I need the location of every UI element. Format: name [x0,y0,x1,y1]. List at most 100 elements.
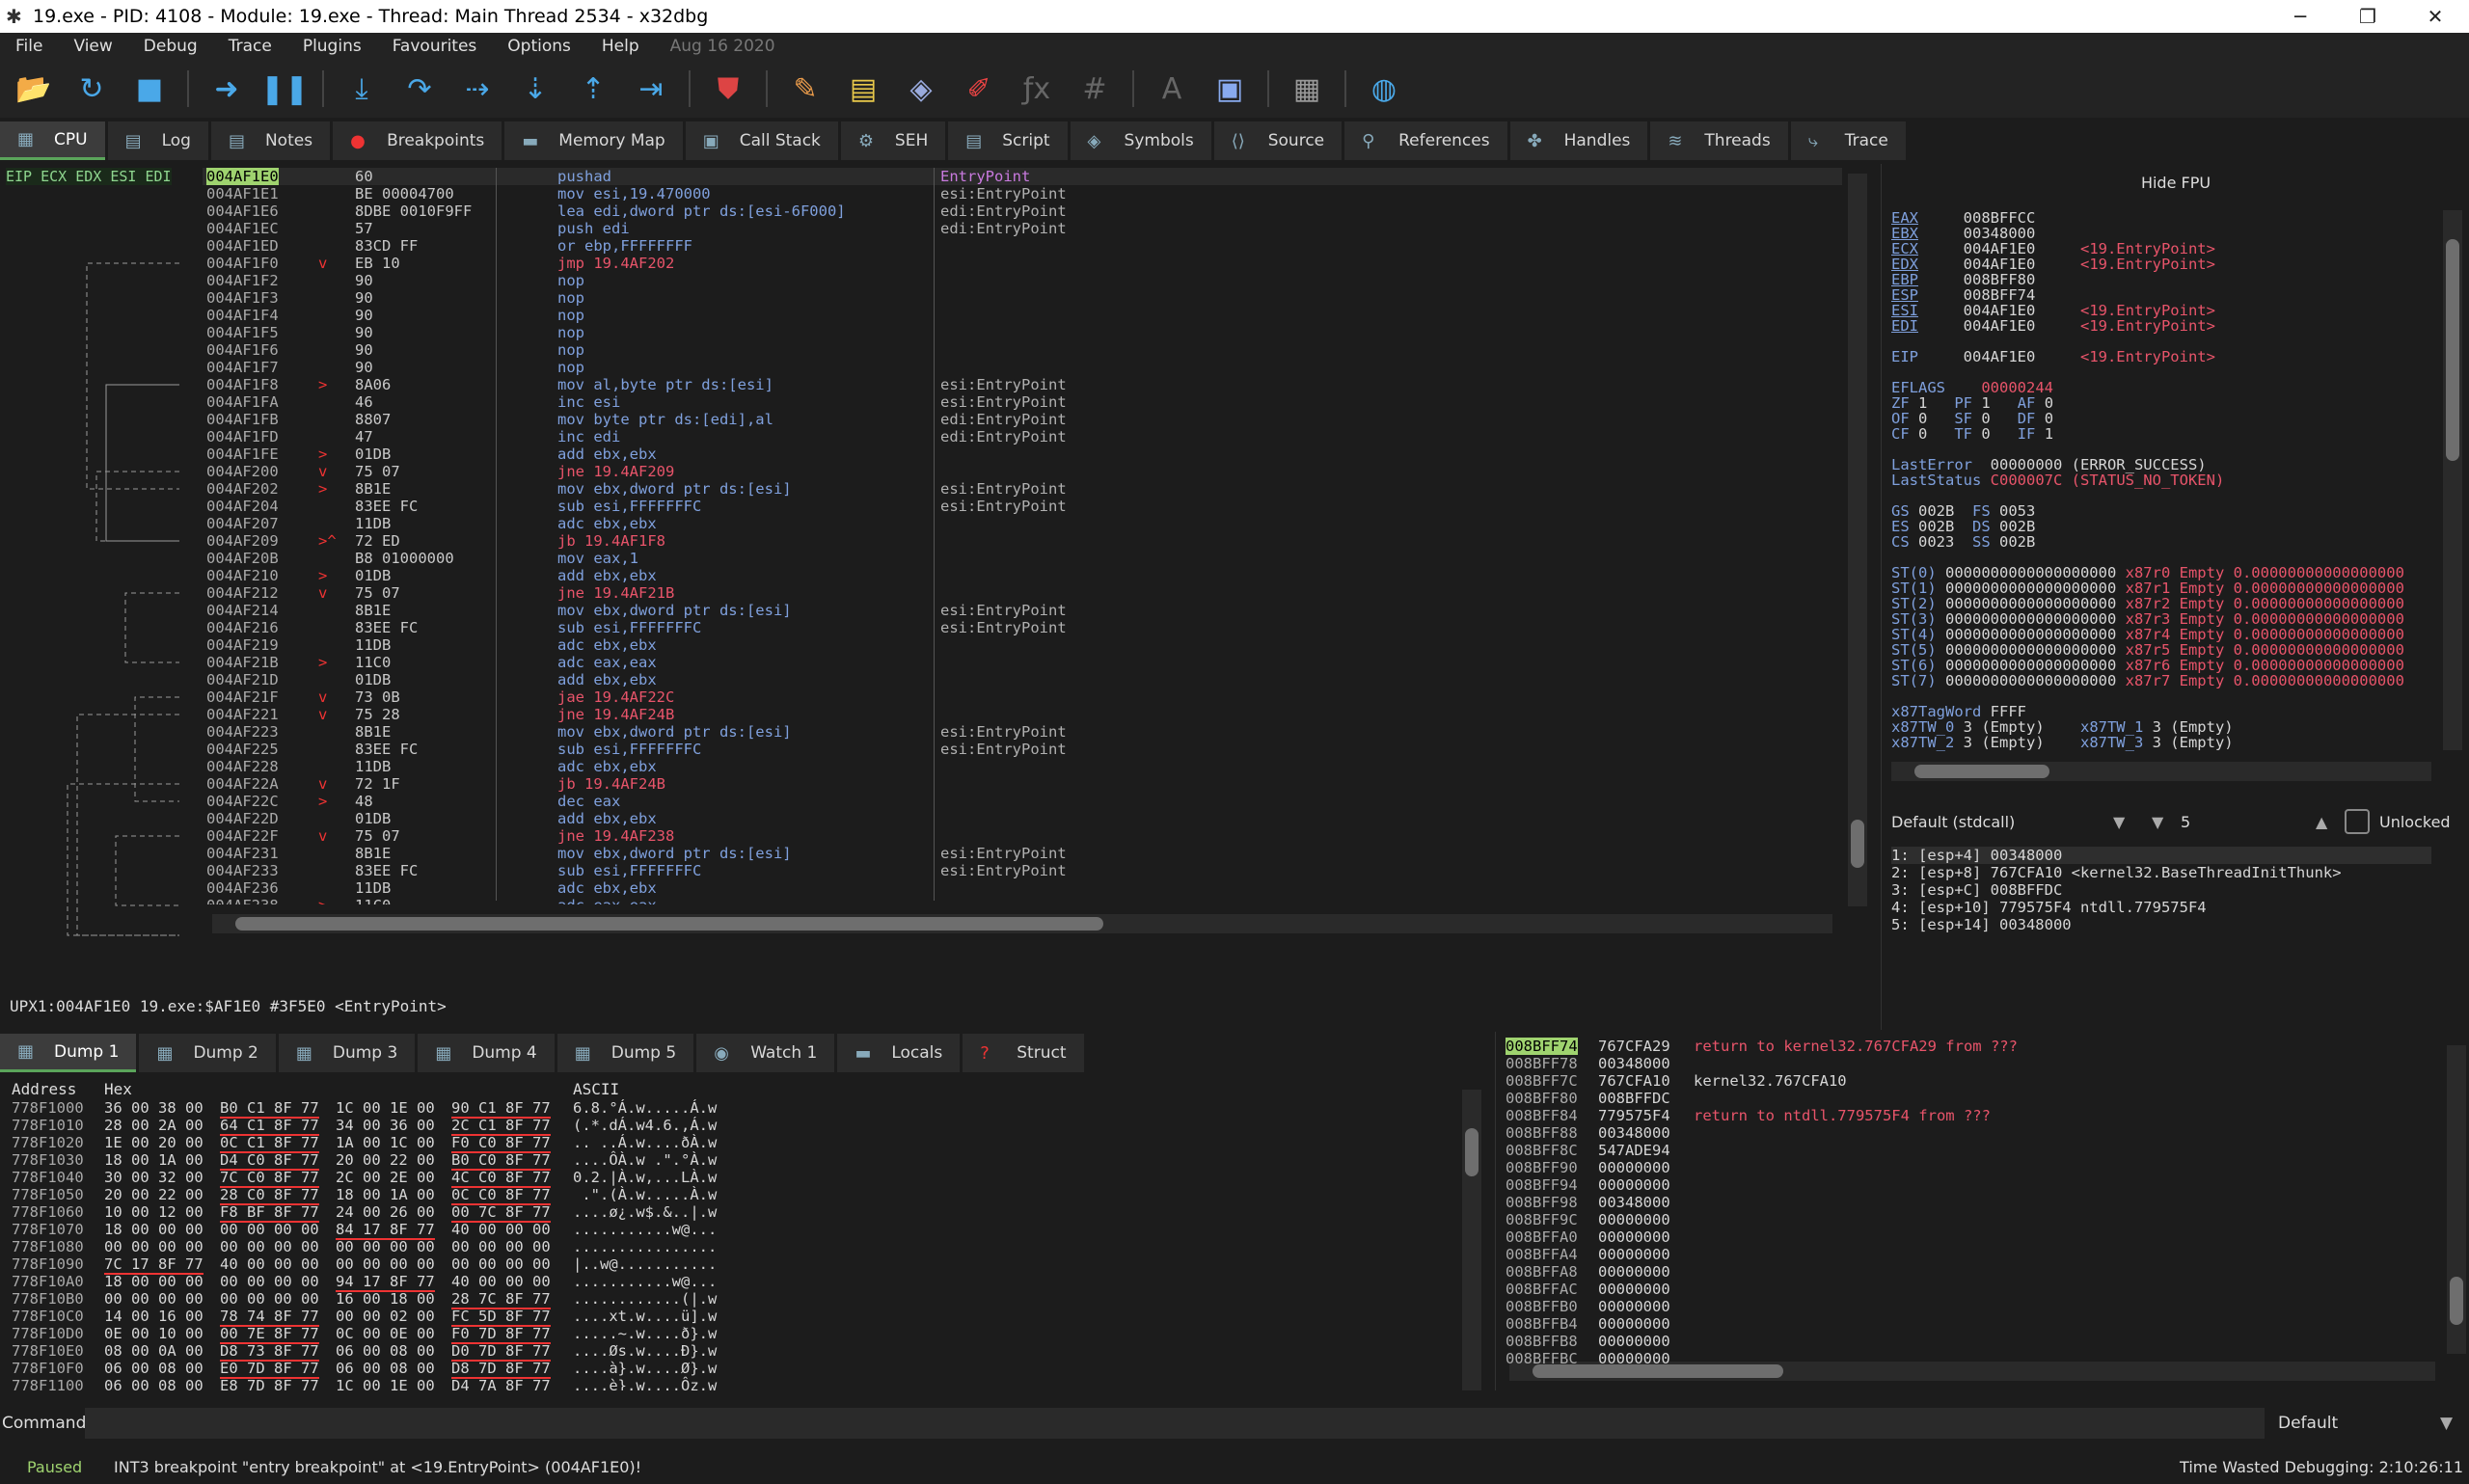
register-line[interactable]: CF 0 TF 0 IF 1 [1891,426,2441,442]
disasm-row[interactable]: 004AF207 11DB adc ebx,ebx [203,515,1842,532]
disasm-row[interactable]: 004AF21D 01DB add ebx,ebx [203,671,1842,688]
menu-item-file[interactable]: File [0,37,58,56]
function-icon[interactable]: ƒx [1017,68,1057,109]
registers-vertical-scrollbar[interactable] [2443,210,2462,750]
dump-row[interactable]: 778F1080 00 00 00 00 00 00 00 00 00 00 00 0… [0,1238,1493,1255]
register-line[interactable]: LastError 00000000 (ERROR_SUCCESS) [1891,457,2441,472]
disasm-row[interactable]: 004AF20B B8 01000000 mov eax,1 [203,550,1842,567]
stack-row[interactable]: 008BFFA0 00000000 [1496,1228,2460,1246]
disasm-row[interactable]: 004AF1F0 v EB 10 jmp 19.4AF202 [203,255,1842,272]
module-icon[interactable]: ▣ [1209,68,1250,109]
open-icon[interactable]: 📂 [14,68,54,109]
register-line[interactable]: ES 002B DS 002B [1891,519,2441,534]
stack-row[interactable]: 008BFF8C 547ADE94 [1496,1142,2460,1159]
register-line[interactable]: EBX 00348000 [1891,226,2441,241]
hash-icon[interactable]: # [1074,68,1115,109]
stack-pane[interactable]: 008BFF74 767CFA29 return to kernel32.767CF… [1495,1032,2469,1390]
menu-item-favourites[interactable]: Favourites [377,37,493,56]
chevron-down-icon[interactable]: ▼ [2440,1414,2453,1433]
register-line[interactable] [1891,550,2441,565]
tab-memory-map[interactable]: ▬ Memory Map [504,121,683,160]
dump-row[interactable]: 778F1060 10 00 12 00 F8 BF 8F 77 24 00 26 0… [0,1203,1493,1223]
dump-row[interactable]: 778F10A0 18 00 00 00 00 00 00 00 94 17 8F 7… [0,1273,1493,1292]
register-line[interactable]: EIP 004AF1E0 <19.EntryPoint> [1891,349,2441,364]
menu-item-trace[interactable]: Trace [213,37,287,56]
register-line[interactable]: ZF 1 PF 1 AF 0 [1891,395,2441,411]
close-icon[interactable]: ✕ [2401,0,2469,33]
disasm-row[interactable]: 004AF1F7 90 nop [203,359,1842,376]
register-line[interactable]: CS 0023 SS 002B [1891,534,2441,550]
dump-row[interactable]: 778F10D0 0E 00 10 00 00 7E 8F 77 0C 00 0E 0… [0,1325,1493,1344]
disasm-row[interactable]: 004AF1FD 47 inc edi edi:EntryPoint [203,428,1842,445]
menu-item-view[interactable]: View [58,37,127,56]
stack-argument[interactable]: 3: [esp+C] 008BFFDC [1891,881,2431,899]
step-over-icon[interactable]: ↷ [399,68,440,109]
stack-row[interactable]: 008BFFB4 00000000 [1496,1315,2460,1333]
disassembly-horizontal-scrollbar[interactable] [212,914,1832,933]
register-line[interactable]: ST(0) 0000000000000000000 x87r0 Empty 0.… [1891,565,2441,580]
register-line[interactable]: x87TW_0 3 (Empty) x87TW_1 3 (Empty) [1891,719,2441,735]
run-to-user-code-icon[interactable]: ⇥ [631,68,671,109]
disasm-row[interactable]: 004AF1FB 8807 mov byte ptr ds:[edi],al edi:… [203,411,1842,428]
stop-icon[interactable]: ■ [129,68,170,109]
stack-row[interactable]: 008BFF80 008BFFDC [1496,1090,2460,1107]
dump-row[interactable]: 778F1020 1E 00 20 00 0C C1 8F 77 1A 00 1C 0… [0,1134,1493,1153]
stack-row[interactable]: 008BFFB8 00000000 [1496,1333,2460,1350]
register-line[interactable]: ST(4) 0000000000000000000 x87r4 Empty 0.… [1891,627,2441,642]
tab-dump-3[interactable]: ▦ Dump 3 [278,1034,416,1072]
register-line[interactable]: EFLAGS 00000244 [1891,380,2441,395]
disasm-row[interactable]: 004AF212 v 75 07 jne 19.4AF21B [203,584,1842,602]
register-line[interactable]: GS 002B FS 0053 [1891,503,2441,519]
tab-symbols[interactable]: ◈ Symbols [1070,121,1211,160]
dump-row[interactable]: 778F1010 28 00 2A 00 64 C1 8F 77 34 00 36 0… [0,1117,1493,1136]
tab-watch-1[interactable]: ◉ Watch 1 [696,1034,835,1072]
hex-dump-pane[interactable]: Address Hex ASCII 778F1000 36 00 38 00 B0 … [0,1076,1493,1390]
disasm-row[interactable]: 004AF1FE >01DB add ebx,ebx [203,445,1842,463]
disasm-row[interactable]: 004AF1F4 90 nop [203,307,1842,324]
tab-source[interactable]: ⟨⟩ Source [1213,121,1343,160]
disasm-row[interactable]: 004AF209 >^ 72 ED jb 19.4AF1F8 [203,532,1842,550]
globe-icon[interactable]: ◍ [1364,68,1404,109]
register-line[interactable]: ST(2) 0000000000000000000 x87r2 Empty 0.… [1891,596,2441,611]
dump-row[interactable]: 778F1000 36 00 38 00 B0 C1 8F 77 1C 00 1E 0… [0,1099,1493,1119]
disasm-row[interactable]: 004AF238 >11C0 adc eax,eax [203,897,1842,904]
disasm-row[interactable]: 004AF214 8B1E mov ebx,dword ptr ds:[esi] es… [203,602,1842,619]
disasm-row[interactable]: 004AF219 11DB adc ebx,ebx [203,636,1842,654]
label-icon[interactable]: ◈ [901,68,941,109]
disasm-row[interactable]: 004AF1E6 8DBE 0010F9FF lea edi,dword ptr d… [203,202,1842,220]
disasm-row[interactable]: 004AF210 >01DB add ebx,ebx [203,567,1842,584]
disasm-row[interactable]: 004AF233 83EE FC sub esi,FFFFFFFC esi:Entry… [203,862,1842,879]
menu-item-debug[interactable]: Debug [128,37,213,56]
disasm-row[interactable]: 004AF202 >8B1E mov ebx,dword ptr ds:[esi] e… [203,480,1842,498]
disasm-row[interactable]: 004AF1ED 83CD FF or ebp,FFFFFFFF [203,237,1842,255]
stack-argument[interactable]: 5: [esp+14] 00348000 [1891,916,2431,933]
disasm-row[interactable]: 004AF204 83EE FC sub esi,FFFFFFFC esi:Entry… [203,498,1842,515]
tab-dump-1[interactable]: ▦ Dump 1 [0,1034,137,1072]
tab-notes[interactable]: ▤ Notes [210,121,331,160]
stack-row[interactable]: 008BFF90 00000000 [1496,1159,2460,1176]
register-line[interactable]: ST(7) 0000000000000000000 x87r7 Empty 0.… [1891,673,2441,688]
disasm-row[interactable]: 004AF231 8B1E mov ebx,dword ptr ds:[esi] es… [203,845,1842,862]
disasm-row[interactable]: 004AF1FA 46 inc esi esi:EntryPoint [203,393,1842,411]
step-into-icon[interactable]: ⤓ [341,68,382,109]
font-icon[interactable]: A [1152,68,1192,109]
disasm-row[interactable]: 004AF221 v 75 28 jne 19.4AF24B [203,706,1842,723]
chevron-down-icon[interactable]: ▼ [2152,813,2181,831]
restore-icon[interactable]: ❐ [2334,0,2401,33]
register-line[interactable]: ESI 004AF1E0 <19.EntryPoint> [1891,303,2441,318]
calculator-icon[interactable]: ▦ [1287,68,1327,109]
register-list[interactable]: EAX 008BFFCC EBX 00348000 ECX 004AF1E0 <19… [1891,210,2441,750]
register-line[interactable]: ESP 008BFF74 [1891,287,2441,303]
disasm-row[interactable]: 004AF21B >11C0 adc eax,eax [203,654,1842,671]
tab-cpu[interactable]: ▦ CPU [0,121,105,160]
tab-threads[interactable]: ≋ Threads [1650,121,1788,160]
disasm-row[interactable]: 004AF1F2 90 nop [203,272,1842,289]
stack-argument[interactable]: 2: [esp+8] 767CFA10 <kernel32.BaseThread… [1891,864,2431,881]
register-line[interactable]: x87TagWord FFFF [1891,704,2441,719]
tab-dump-5[interactable]: ▦ Dump 5 [556,1034,694,1072]
register-line[interactable]: EAX 008BFFCC [1891,210,2441,226]
shield-icon[interactable]: ⛊ [708,68,748,109]
comment-icon[interactable]: ▤ [843,68,883,109]
register-line[interactable]: ECX 004AF1E0 <19.EntryPoint> [1891,241,2441,256]
tab-locals[interactable]: ▬ Locals [837,1034,961,1072]
